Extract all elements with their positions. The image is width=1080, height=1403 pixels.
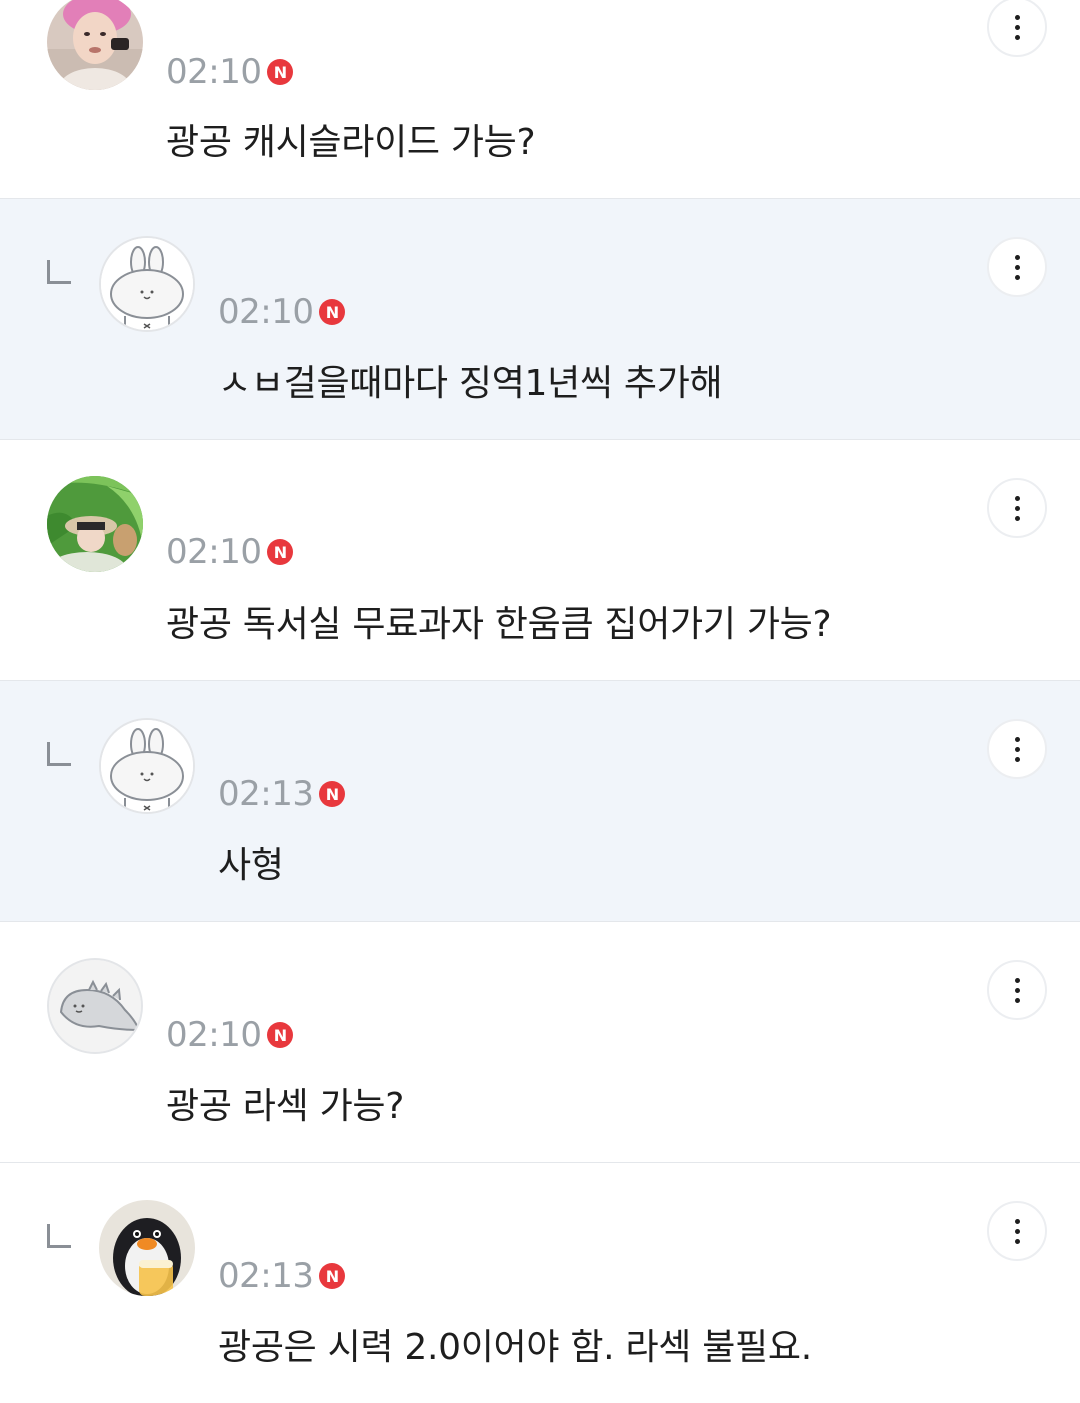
vertical-ellipsis-icon <box>1014 977 1020 983</box>
vertical-ellipsis-icon <box>1014 495 1020 501</box>
bunny-default-avatar-icon <box>101 720 193 812</box>
comment-text: ㅅㅂ걸을때마다 징역1년씩 추가해 <box>218 363 723 404</box>
comment-meta: 02:13 N <box>218 774 346 814</box>
comment-item: 02:10 N 광공 캐시슬라이드 가능? <box>0 0 1080 199</box>
new-badge: N <box>267 59 294 85</box>
vertical-ellipsis-icon <box>1014 24 1020 30</box>
more-options-button[interactable] <box>987 960 1047 1020</box>
comment-item: 02:10 N 광공 라섹 가능? <box>0 922 1080 1163</box>
user-avatar[interactable] <box>99 718 195 814</box>
photo-avatar-pink-hair-icon <box>47 0 143 90</box>
vertical-ellipsis-icon <box>1014 264 1020 270</box>
vertical-ellipsis-icon <box>1014 756 1020 762</box>
new-badge: N <box>267 1022 294 1048</box>
vertical-ellipsis-icon <box>1014 505 1020 511</box>
timestamp: 02:10 <box>166 1015 262 1055</box>
new-badge: N <box>319 299 346 325</box>
user-avatar[interactable] <box>47 476 143 572</box>
comment-meta: 02:10 N <box>166 532 294 572</box>
more-options-button[interactable] <box>987 478 1047 538</box>
photo-avatar-penguin-icon <box>99 1200 195 1296</box>
comment-text: 광공 캐시슬라이드 가능? <box>166 122 536 163</box>
timestamp: 02:10 <box>166 532 262 572</box>
timestamp: 02:13 <box>218 774 314 814</box>
timestamp: 02:13 <box>218 1256 314 1296</box>
vertical-ellipsis-icon <box>1014 1218 1020 1224</box>
more-options-button[interactable] <box>987 0 1047 57</box>
user-avatar[interactable] <box>99 236 195 332</box>
vertical-ellipsis-icon <box>1014 746 1020 752</box>
vertical-ellipsis-icon <box>1014 736 1020 742</box>
vertical-ellipsis-icon <box>1014 1238 1020 1244</box>
vertical-ellipsis-icon <box>1014 987 1020 993</box>
comment-text: 광공 라섹 가능? <box>166 1086 405 1127</box>
new-badge: N <box>319 1263 346 1289</box>
comment-meta: 02:10 N <box>166 1015 294 1055</box>
comment-text: 사형 <box>218 845 284 886</box>
reply-corner-icon <box>47 742 71 766</box>
dinosaur-default-avatar-icon <box>49 960 141 1052</box>
vertical-ellipsis-icon <box>1014 997 1020 1003</box>
reply-corner-icon <box>47 260 71 284</box>
bunny-default-avatar-icon <box>101 238 193 330</box>
timestamp: 02:10 <box>166 52 262 92</box>
comment-text: 광공 독서실 무료과자 한움큼 집어가기 가능? <box>166 604 832 645</box>
user-avatar[interactable] <box>99 1200 195 1296</box>
comment-meta: 02:10 N <box>218 292 346 332</box>
more-options-button[interactable] <box>987 1201 1047 1261</box>
more-options-button[interactable] <box>987 719 1047 779</box>
vertical-ellipsis-icon <box>1014 515 1020 521</box>
vertical-ellipsis-icon <box>1014 14 1020 20</box>
comment-list: 02:10 N 광공 캐시슬라이드 가능? 02:10 N ㅅㅂ걸을때마다 징역… <box>0 0 1080 1403</box>
new-badge: N <box>267 539 294 565</box>
vertical-ellipsis-icon <box>1014 1228 1020 1234</box>
reply-item: 02:13 N 광공은 시력 2.0이어야 함. 라섹 불필요. <box>0 1163 1080 1403</box>
vertical-ellipsis-icon <box>1014 274 1020 280</box>
new-badge: N <box>319 781 346 807</box>
vertical-ellipsis-icon <box>1014 254 1020 260</box>
photo-avatar-leaves-icon <box>47 476 143 572</box>
user-avatar[interactable] <box>47 0 143 90</box>
user-avatar[interactable] <box>47 958 143 1054</box>
comment-item: 02:10 N 광공 독서실 무료과자 한움큼 집어가기 가능? <box>0 440 1080 681</box>
reply-item: 02:10 N ㅅㅂ걸을때마다 징역1년씩 추가해 <box>0 199 1080 440</box>
comment-text: 광공은 시력 2.0이어야 함. 라섹 불필요. <box>218 1327 812 1368</box>
comment-meta: 02:10 N <box>166 52 294 92</box>
reply-item: 02:13 N 사형 <box>0 681 1080 922</box>
more-options-button[interactable] <box>987 237 1047 297</box>
reply-corner-icon <box>47 1224 71 1248</box>
vertical-ellipsis-icon <box>1014 34 1020 40</box>
timestamp: 02:10 <box>218 292 314 332</box>
comment-meta: 02:13 N <box>218 1256 346 1296</box>
